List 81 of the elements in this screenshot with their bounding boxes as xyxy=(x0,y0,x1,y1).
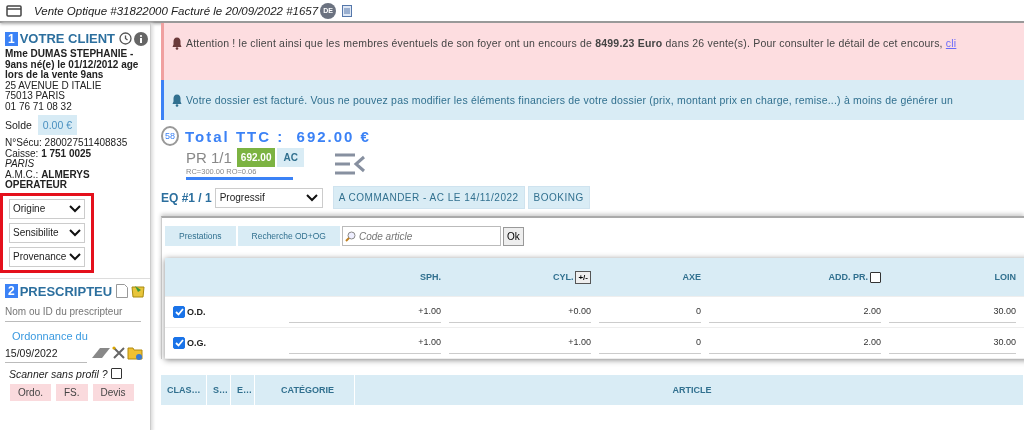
search-tab-button[interactable]: Prestations xyxy=(165,226,236,246)
value-field[interactable]: 0 xyxy=(599,301,701,323)
column-header: LOIN xyxy=(994,272,1016,282)
checkbox[interactable] xyxy=(173,306,185,318)
balance-value: 0.00 € xyxy=(37,115,78,135)
equipment-label: EQ #1 / 1 xyxy=(161,190,212,205)
ok-button[interactable]: Ok xyxy=(502,226,524,246)
dropdown[interactable]: Sensibilite xyxy=(9,222,85,243)
collapse-menu-icon xyxy=(333,152,366,176)
scanner-label: Scanner sans profil ? xyxy=(9,367,108,380)
tools-icon xyxy=(112,346,126,360)
chevron-down-icon xyxy=(305,193,318,202)
folder-icon xyxy=(127,346,143,360)
value-field[interactable]: +0.00 xyxy=(449,301,591,323)
column-header: ADD. PR. xyxy=(828,272,868,282)
date-field[interactable]: 15/09/2022 xyxy=(5,343,87,363)
value-field[interactable]: +1.00 xyxy=(289,301,441,323)
dropdown[interactable]: Provenance xyxy=(9,246,85,267)
document-icon xyxy=(342,4,353,17)
value-field[interactable]: 30.00 xyxy=(889,301,1016,323)
column-header: CYL. xyxy=(552,272,574,282)
alert-message: Attention ! le client ainsi que les membres éventuels de son foyer ont un encours de 8499.23 Euro dans 26 vente(s). Pour consulter le détail de cet encours, cli xyxy=(186,37,957,49)
amount-badge: 692.00 xyxy=(236,148,276,167)
article-code-field[interactable]: Code article xyxy=(341,226,501,246)
chevron-down-icon xyxy=(69,252,81,261)
value-field[interactable]: 0 xyxy=(599,332,701,354)
column-header: SPH. xyxy=(420,272,441,282)
column-header: S… xyxy=(207,375,231,405)
value-field[interactable]: +1.00 xyxy=(289,332,441,354)
value-field[interactable]: +1.00 xyxy=(449,332,591,354)
column-header: AXE xyxy=(682,272,701,282)
count-badge: 58 xyxy=(161,126,179,146)
value-field[interactable]: 30.00 xyxy=(889,332,1016,354)
section-title: VOTRE CLIENT xyxy=(19,31,116,46)
client-info-text: Mme DUMAS STEPHANIE - 9ans né(e) le 01/12/2012 age lors de la vente 9ans xyxy=(5,49,140,81)
client-info-text: N°Sécu: 280027511408835 xyxy=(5,138,129,149)
bell-icon xyxy=(172,37,182,50)
client-info-text: 75013 PARIS xyxy=(5,91,66,102)
eye-label: O.G. xyxy=(187,338,206,348)
section-number: 1 xyxy=(5,31,18,46)
client-info-text: A.M.C.: ALMERYS OPERATEUR xyxy=(5,169,91,191)
search-tab-button[interactable]: Recherche OD+OG xyxy=(237,226,340,246)
column-header: ARTICLE xyxy=(355,375,1024,405)
client-info-text: 25 AVENUE D ITALIE xyxy=(5,80,103,91)
document-button[interactable]: FS. xyxy=(56,383,88,401)
column-header: CLAS… xyxy=(161,375,207,405)
alert-message: Votre dossier est facturé. Vous ne pouvez pas modifier les éléments financiers de votre dossier (prix, montant prix en charge, remise...) à moins de générer un xyxy=(186,94,954,106)
checkbox[interactable] xyxy=(173,337,185,349)
history-icon xyxy=(119,32,133,45)
chevron-down-icon xyxy=(69,204,81,213)
sale-title: Vente Optique #31822000 Facturé le 20/09/2022 #1657 xyxy=(34,4,319,17)
chevron-down-icon xyxy=(69,228,81,237)
dropdown[interactable]: Origine xyxy=(9,198,85,219)
sign-toggle-button[interactable]: +/- xyxy=(575,270,591,284)
section-title: PRESCRIPTEU xyxy=(19,283,113,299)
client-info-text: 01 76 71 08 32 xyxy=(5,101,73,112)
pr-label: PR 1/1 xyxy=(186,149,232,166)
value-field[interactable]: 2.00 xyxy=(709,332,881,354)
eye-label: O.D. xyxy=(187,307,206,317)
document-button[interactable]: Ordo. xyxy=(10,383,51,401)
section-number: 2 xyxy=(5,284,18,298)
checkbox[interactable] xyxy=(110,368,122,379)
card-icon xyxy=(6,4,22,17)
client-info-text: PARIS xyxy=(5,159,36,170)
balance-label: Solde xyxy=(5,119,32,131)
status-badge: AC xyxy=(277,148,304,167)
folder-arrow-icon xyxy=(130,284,147,298)
prescription-date-label: Ordonnance du xyxy=(12,329,89,342)
info-icon xyxy=(134,31,149,46)
column-header: E… xyxy=(231,375,255,405)
total-amount: Total TTC : 692.00 € xyxy=(185,127,371,145)
checkbox[interactable] xyxy=(870,271,881,283)
document-button[interactable]: Devis xyxy=(92,383,134,401)
status-tag[interactable]: A COMMANDER - AC LE 14/11/2022 xyxy=(332,186,525,209)
value-field[interactable]: 2.00 xyxy=(709,301,881,323)
document-icon xyxy=(116,284,129,298)
column-header: CATÉGORIE xyxy=(255,375,355,405)
bell-icon xyxy=(172,94,182,107)
status-tag[interactable]: BOOKING xyxy=(527,186,590,209)
client-info-text: Caisse: 1 751 0025 xyxy=(5,148,93,159)
lens-type-dropdown[interactable]: Progressif xyxy=(214,187,323,208)
